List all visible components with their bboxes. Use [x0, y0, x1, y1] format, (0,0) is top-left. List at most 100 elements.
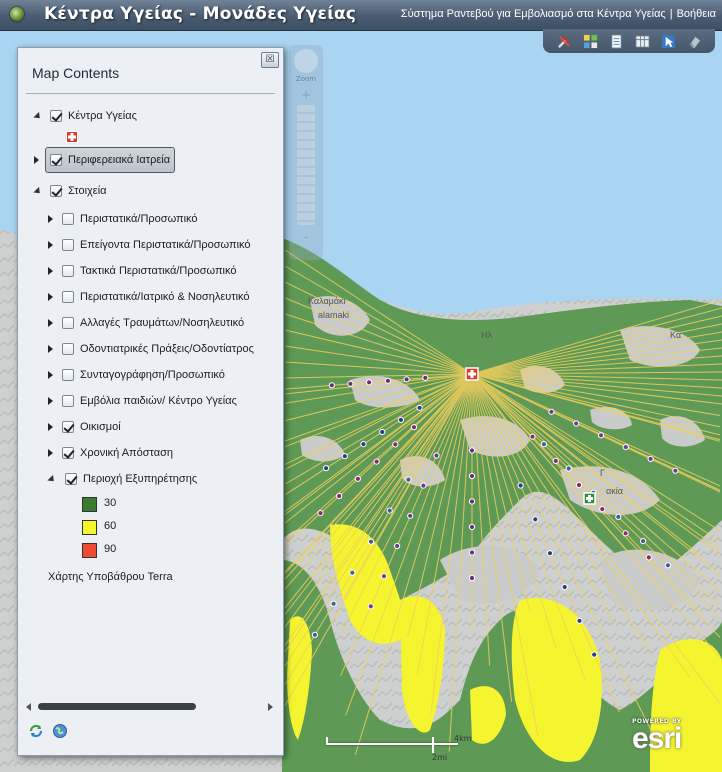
- expand-icon[interactable]: [48, 423, 53, 431]
- settlement-dot[interactable]: [575, 481, 583, 489]
- settlement-dot[interactable]: [548, 408, 555, 415]
- settlement-dot[interactable]: [317, 509, 324, 517]
- settlement-dot[interactable]: [394, 542, 401, 550]
- settlement-dot[interactable]: [468, 498, 476, 505]
- settlement-dot[interactable]: [386, 507, 393, 514]
- collapse-icon[interactable]: [47, 474, 57, 484]
- settlement-dot[interactable]: [622, 444, 629, 451]
- settlement-dot[interactable]: [546, 550, 554, 557]
- eraser-icon[interactable]: [687, 34, 702, 49]
- health-center-marker[interactable]: [465, 367, 479, 381]
- settlement-dot[interactable]: [407, 512, 414, 519]
- settlement-dot[interactable]: [328, 382, 335, 389]
- settlement-dot[interactable]: [367, 538, 375, 545]
- settlement-dot[interactable]: [468, 523, 476, 531]
- settlement-dot[interactable]: [336, 492, 343, 500]
- zoom-in-button[interactable]: +: [298, 89, 314, 101]
- settlement-dot[interactable]: [591, 651, 598, 658]
- settlement-dot[interactable]: [311, 631, 318, 638]
- layer-row[interactable]: Επείγοντα Περιστατικά/Προσωπικό: [48, 235, 251, 255]
- collapse-icon[interactable]: [33, 111, 43, 121]
- settlement-dot[interactable]: [433, 452, 440, 459]
- settlement-dot[interactable]: [347, 380, 354, 387]
- layer-checkbox[interactable]: [62, 213, 74, 225]
- tools-icon[interactable]: [557, 34, 572, 49]
- layer-checkbox[interactable]: [62, 265, 74, 277]
- layer-row-regional-clinics[interactable]: Περιφερειακά Ιατρεία: [34, 147, 176, 173]
- expand-icon[interactable]: [48, 293, 53, 301]
- settlement-dot[interactable]: [330, 600, 337, 607]
- zoom-out-button[interactable]: -: [298, 231, 314, 243]
- settlement-dot[interactable]: [622, 530, 629, 537]
- cursor-icon[interactable]: [661, 34, 676, 49]
- settlement-dot[interactable]: [341, 453, 348, 460]
- expand-icon[interactable]: [48, 319, 53, 327]
- refresh-icon[interactable]: [28, 723, 44, 739]
- layer-checkbox[interactable]: [62, 447, 74, 459]
- document-icon[interactable]: [609, 33, 624, 49]
- zoom-slider[interactable]: [297, 105, 315, 225]
- settlement-dot[interactable]: [552, 457, 559, 464]
- layer-checkbox[interactable]: [62, 343, 74, 355]
- settlement-dot[interactable]: [416, 404, 423, 411]
- layer-checkbox[interactable]: [50, 110, 62, 122]
- layer-row-settlements[interactable]: Οικισμοί: [48, 417, 121, 437]
- settlement-dot[interactable]: [360, 441, 367, 448]
- scroll-left-icon[interactable]: [26, 703, 31, 711]
- layer-checkbox[interactable]: [62, 317, 74, 329]
- layer-checkbox[interactable]: [65, 473, 77, 485]
- layer-checkbox[interactable]: [50, 185, 62, 197]
- settlement-dot[interactable]: [672, 467, 679, 474]
- settlement-dot[interactable]: [323, 465, 330, 472]
- scroll-thumb[interactable]: [38, 703, 196, 710]
- settlement-dot[interactable]: [540, 441, 548, 448]
- layer-checkbox[interactable]: [62, 395, 74, 407]
- settlement-dot[interactable]: [397, 416, 404, 423]
- settlement-dot[interactable]: [379, 428, 386, 436]
- layer-row-health-centers[interactable]: Κέντρα Υγείας: [33, 106, 137, 126]
- settlement-dot[interactable]: [366, 379, 373, 386]
- layer-checkbox[interactable]: [62, 421, 74, 433]
- layer-checkbox[interactable]: [62, 291, 74, 303]
- settlement-dot[interactable]: [349, 569, 356, 576]
- settlement-dot[interactable]: [573, 420, 580, 427]
- settlement-dot[interactable]: [576, 617, 583, 624]
- settlement-dot[interactable]: [647, 455, 654, 462]
- layer-row[interactable]: Περιστατικά/Ιατρικό & Νοσηλευτικό: [48, 287, 250, 307]
- settlement-dot[interactable]: [468, 472, 476, 480]
- help-link[interactable]: Βοήθεια: [677, 8, 716, 20]
- appointment-system-link[interactable]: Σύστημα Ραντεβού για Εμβολιασμό στα Κέντ…: [401, 8, 666, 20]
- settlement-dot[interactable]: [403, 376, 410, 383]
- settlement-dot[interactable]: [405, 476, 412, 483]
- expand-icon[interactable]: [48, 371, 53, 379]
- settlement-dot[interactable]: [392, 441, 399, 448]
- pan-control[interactable]: [294, 49, 318, 73]
- layer-checkbox[interactable]: [50, 154, 62, 166]
- collapse-icon[interactable]: [33, 186, 43, 196]
- settlement-dot[interactable]: [384, 377, 391, 384]
- layer-row[interactable]: Περιστατικά/Προσωπικό: [48, 209, 198, 229]
- settlement-dot[interactable]: [565, 465, 572, 472]
- globe-icon[interactable]: [52, 723, 68, 739]
- table-icon[interactable]: [634, 34, 650, 49]
- layer-checkbox[interactable]: [62, 369, 74, 381]
- settlement-dot[interactable]: [354, 475, 361, 482]
- layer-row[interactable]: Συνταγογράφηση/Προσωπικό: [48, 365, 225, 385]
- esri-logo[interactable]: POWERED BY esri: [632, 718, 692, 766]
- layer-row-travel-time[interactable]: Χρονική Απόσταση: [48, 443, 173, 463]
- settlement-dot[interactable]: [420, 482, 427, 489]
- layer-row-service-area[interactable]: Περιοχή Εξυπηρέτησης: [47, 469, 197, 489]
- expand-icon[interactable]: [48, 241, 53, 249]
- expand-icon[interactable]: [48, 215, 53, 223]
- basemap-grid-icon[interactable]: [583, 34, 598, 49]
- layer-row-data[interactable]: Στοιχεία: [33, 181, 107, 201]
- layer-row[interactable]: Οδοντιατρικές Πράξεις/Οδοντίατρος: [48, 339, 254, 359]
- settlement-dot[interactable]: [645, 554, 652, 561]
- expand-icon[interactable]: [48, 397, 53, 405]
- layer-row[interactable]: Εμβόλια παιδιών/ Κέντρο Υγείας: [48, 391, 237, 411]
- basemap-row[interactable]: Χάρτης Υποβάθρου Terra: [48, 567, 173, 587]
- horizontal-scrollbar[interactable]: [26, 702, 273, 712]
- settlement-dot[interactable]: [380, 573, 388, 580]
- settlement-dot[interactable]: [468, 574, 476, 582]
- settlement-dot[interactable]: [615, 513, 622, 521]
